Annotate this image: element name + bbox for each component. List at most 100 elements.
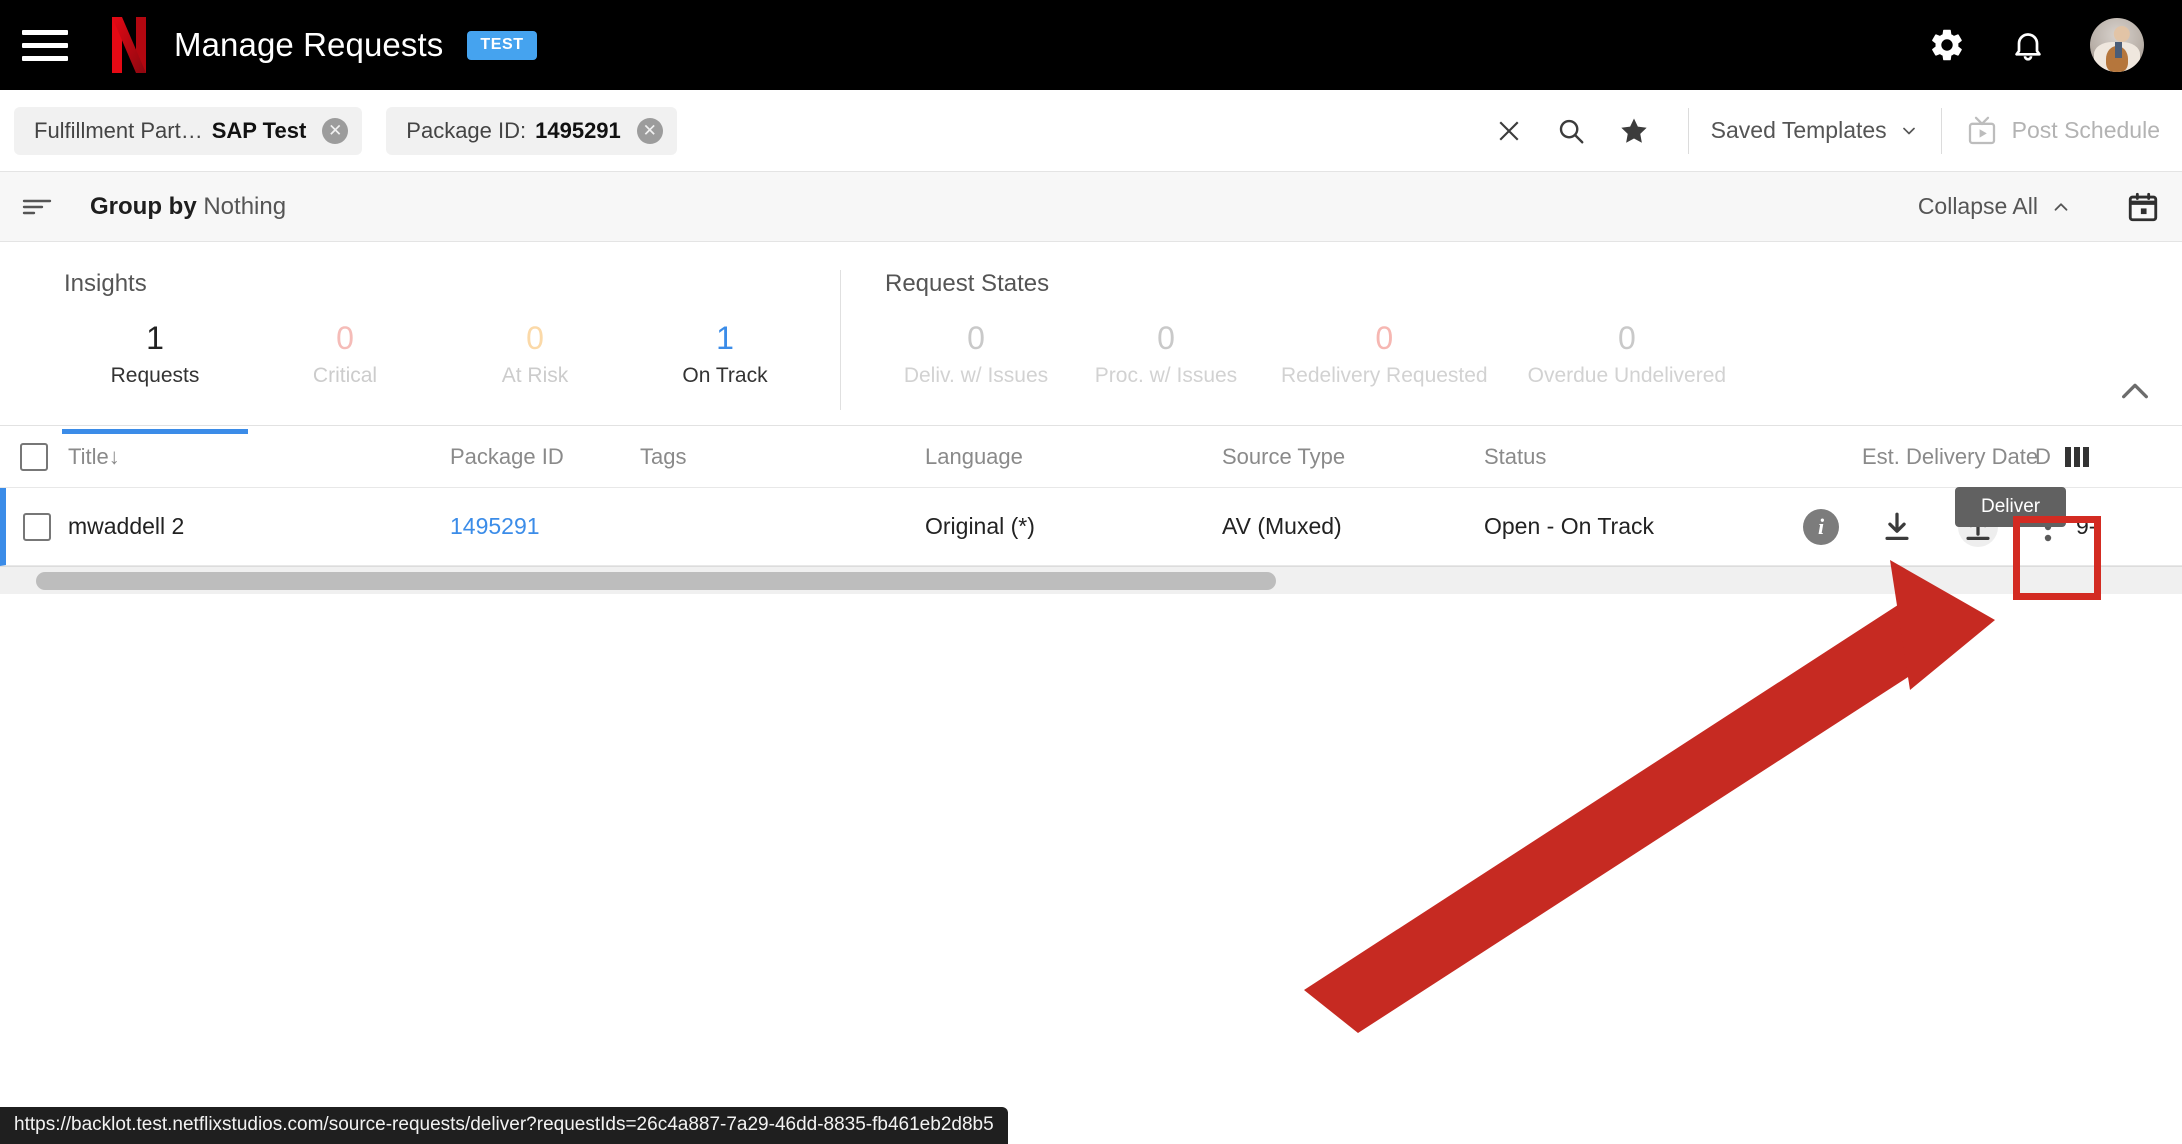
column-header-package-id[interactable]: Package ID <box>450 444 640 470</box>
cell-title: mwaddell 2 <box>68 513 185 539</box>
top-nav-actions <box>1928 18 2144 72</box>
netflix-n-logo[interactable] <box>112 17 146 73</box>
collapse-all-button[interactable]: Collapse All <box>1918 193 2072 220</box>
close-circle-icon[interactable]: ✕ <box>322 117 349 144</box>
request-states-stat-list: 0 Deliv. w/ Issues 0 Proc. w/ Issues 0 R… <box>881 310 1746 388</box>
info-circle-icon[interactable]: i <box>1784 508 1858 545</box>
column-header-tags[interactable]: Tags <box>640 444 925 470</box>
stat-critical[interactable]: 0 Critical <box>250 310 440 388</box>
stat-at-risk[interactable]: 0 At Risk <box>440 310 630 388</box>
stat-redelivery-requested[interactable]: 0 Redelivery Requested <box>1261 310 1508 388</box>
insights-collapse-icon[interactable] <box>2118 378 2152 409</box>
stat-on-track[interactable]: 1 On Track <box>630 310 820 388</box>
close-icon[interactable] <box>1478 116 1540 146</box>
divider <box>1940 107 1942 154</box>
stat-requests[interactable]: 1 Requests <box>60 310 250 434</box>
chip-label: Fulfillment Part… <box>34 117 203 143</box>
chevron-down-icon <box>1902 127 1915 134</box>
chevron-up-icon <box>2054 202 2068 211</box>
stat-label: On Track <box>682 364 768 387</box>
stat-value: 0 <box>1617 320 1636 356</box>
table-row[interactable]: mwaddell 2 1495291 Original (*) AV (Muxe… <box>0 488 2182 566</box>
cell-status: Open - On Track <box>1484 513 1655 539</box>
star-icon[interactable] <box>1602 115 1666 147</box>
horizontal-scrollbar-track[interactable] <box>0 566 2182 594</box>
empty-content-area <box>0 594 2182 1109</box>
close-circle-icon[interactable]: ✕ <box>636 117 663 144</box>
stat-value: 1 <box>146 320 164 356</box>
collapse-all-label: Collapse All <box>1917 193 2038 219</box>
stat-value: 1 <box>716 320 734 356</box>
stat-label: Deliv. w/ Issues <box>903 364 1049 387</box>
column-header-title[interactable]: Title↓ <box>68 444 450 470</box>
group-bar-actions: Collapse All <box>1918 190 2160 224</box>
insights-group-request-states: Request States 0 Deliv. w/ Issues 0 Proc… <box>840 270 1746 410</box>
column-header-language[interactable]: Language <box>925 444 1222 470</box>
environment-badge: TEST <box>467 30 537 60</box>
chip-value: SAP Test <box>211 117 307 143</box>
row-checkbox[interactable] <box>23 512 51 541</box>
cell-est-delivery-date: 9- <box>2076 513 2097 539</box>
cell-language: Original (*) <box>925 513 1035 539</box>
stat-value: 0 <box>1375 320 1394 356</box>
group-by-text[interactable]: Group by Nothing <box>90 193 286 221</box>
divider <box>1687 107 1689 154</box>
insights-group-insights: Insights 1 Requests 0 Critical 0 At Risk… <box>0 270 820 434</box>
stat-proc-with-issues[interactable]: 0 Proc. w/ Issues <box>1071 310 1261 388</box>
deliver-tooltip: Deliver <box>1955 487 2067 527</box>
post-schedule-label: Post Schedule <box>2011 117 2160 143</box>
cell-package-id-link[interactable]: 1495291 <box>450 513 640 540</box>
stat-value: 0 <box>526 320 544 356</box>
page-title: Manage Requests <box>174 26 444 63</box>
stat-overdue-undelivered[interactable]: 0 Overdue Undelivered <box>1508 310 1746 388</box>
chip-label: Package ID: <box>406 117 527 143</box>
stat-value: 0 <box>336 320 354 356</box>
tv-play-icon <box>1968 116 1995 144</box>
stat-label: Redelivery Requested <box>1281 364 1488 387</box>
insights-groups: Insights 1 Requests 0 Critical 0 At Risk… <box>0 270 2182 434</box>
user-avatar[interactable] <box>2090 18 2144 72</box>
columns-icon[interactable] <box>2064 444 2094 470</box>
stat-label: Proc. w/ Issues <box>1094 364 1238 387</box>
stat-deliv-with-issues[interactable]: 0 Deliv. w/ Issues <box>881 310 1071 388</box>
search-icon[interactable] <box>1540 116 1602 146</box>
stat-label: Overdue Undelivered <box>1527 364 1727 387</box>
calendar-icon[interactable] <box>2126 190 2160 224</box>
filter-bar: Fulfillment Part… SAP Test ✕ Package ID:… <box>0 90 2182 172</box>
group-lines-icon[interactable] <box>22 196 52 218</box>
stat-label: At Risk <box>501 364 569 387</box>
hamburger-menu-icon[interactable] <box>22 25 68 65</box>
stat-value: 0 <box>967 320 985 356</box>
column-header-status[interactable]: Status <box>1484 444 1862 470</box>
stat-value: 0 <box>1157 320 1175 356</box>
sort-arrow-icon: ↓ <box>108 443 120 469</box>
post-schedule-button[interactable]: Post Schedule <box>1964 115 2160 147</box>
top-navigation-bar: Manage Requests TEST <box>0 0 2182 90</box>
column-header-est-delivery-date[interactable]: Est. Delivery Date <box>1862 444 2038 470</box>
insights-group-title: Insights <box>64 270 147 297</box>
stat-label: Critical <box>312 364 378 387</box>
stat-label: Requests <box>110 364 200 387</box>
chip-value: 1495291 <box>535 117 621 143</box>
cell-source-type: AV (Muxed) <box>1222 513 1342 539</box>
filter-chip-fulfillment-partner[interactable]: Fulfillment Part… SAP Test ✕ <box>14 106 363 155</box>
group-by-value: Nothing <box>203 192 287 220</box>
insights-panel: Insights 1 Requests 0 Critical 0 At Risk… <box>0 242 2182 531</box>
filter-chip-package-id[interactable]: Package ID: 1495291 ✕ <box>386 106 677 155</box>
insights-stat-list: 1 Requests 0 Critical 0 At Risk 1 On Tra… <box>60 310 820 434</box>
select-all-checkbox[interactable] <box>20 442 48 471</box>
insights-group-title: Request States <box>885 270 1050 297</box>
bell-icon[interactable] <box>2010 27 2046 63</box>
gear-icon[interactable] <box>1928 26 1966 64</box>
column-label: Title <box>68 443 109 469</box>
saved-templates-label: Saved Templates <box>1710 117 1887 143</box>
download-icon[interactable] <box>1858 510 1936 544</box>
group-by-label: Group by <box>90 192 197 220</box>
column-header-d[interactable]: D <box>2022 444 2064 470</box>
horizontal-scrollbar-thumb[interactable] <box>36 571 1276 590</box>
column-header-source-type[interactable]: Source Type <box>1222 444 1484 470</box>
filter-bar-actions: Saved Templates Post Schedule <box>1478 90 2160 171</box>
saved-templates-dropdown[interactable]: Saved Templates <box>1711 117 1919 144</box>
table-header-row: Title↓ Package ID Tags Language Source T… <box>0 426 2182 488</box>
group-by-bar: Group by Nothing Collapse All <box>0 172 2182 242</box>
